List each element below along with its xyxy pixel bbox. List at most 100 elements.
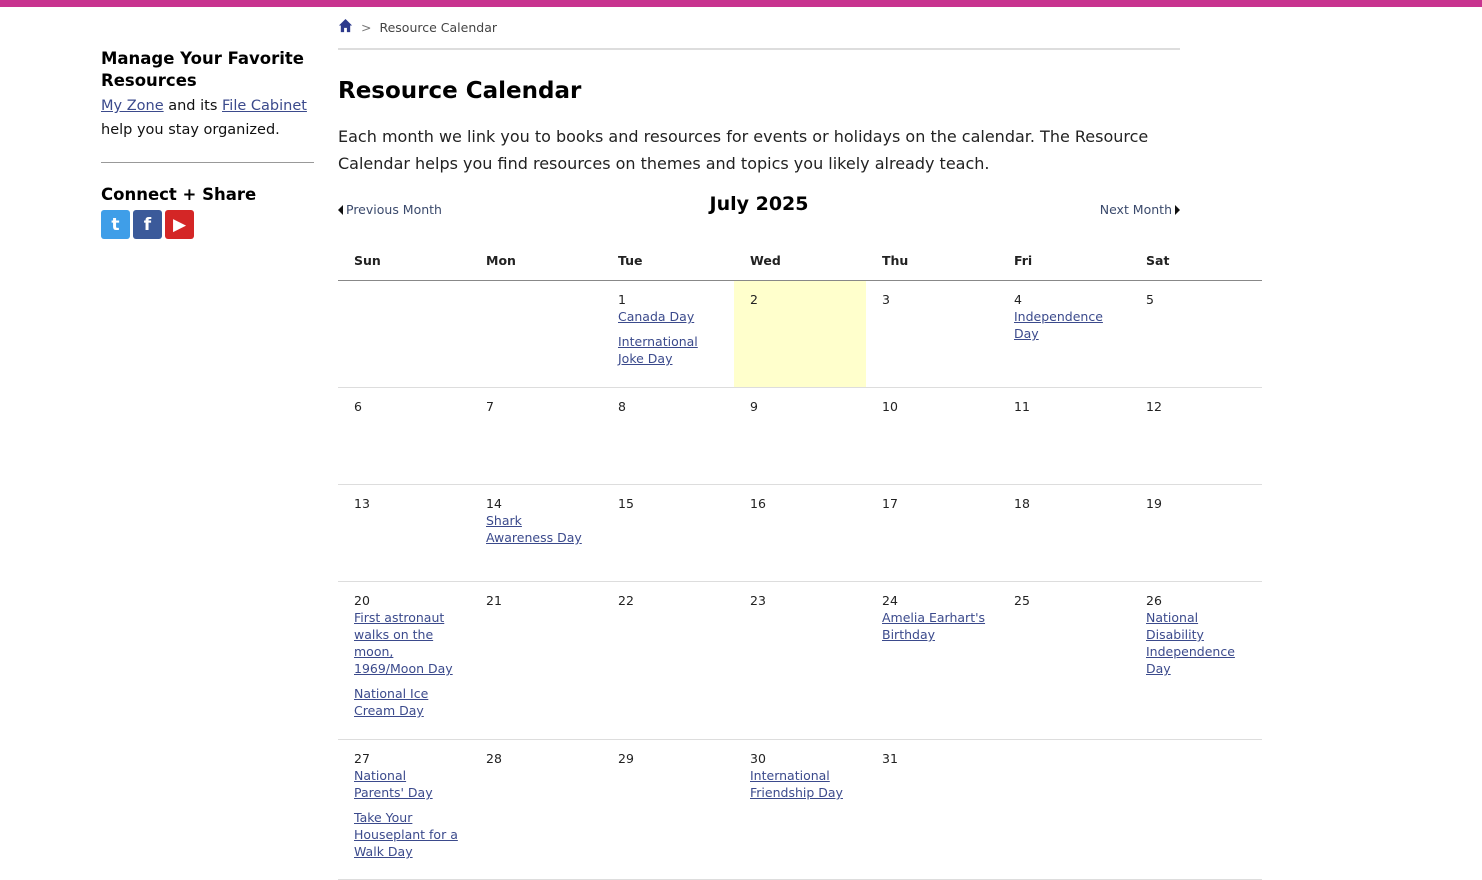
event-link[interactable]: International Joke Day (618, 333, 722, 367)
calendar-day: 27 National Parents' Day Take Your Housepl… (338, 740, 470, 879)
day-number: 23 (750, 593, 766, 608)
sidebar: Manage Your Favorite Resources My Zone a… (101, 48, 314, 239)
event-link[interactable]: National Ice Cream Day (354, 685, 458, 719)
day-number: 16 (750, 496, 766, 511)
calendar-day: 11 (998, 388, 1130, 484)
manage-heading: Manage Your Favorite Resources (101, 49, 304, 90)
help-text: help you stay organized. (101, 122, 280, 138)
calendar-day: 9 (734, 388, 866, 484)
next-month-label: Next Month (1099, 202, 1172, 217)
calendar-day: 12 (1130, 388, 1262, 484)
weekday-mon: Mon (486, 253, 516, 268)
intro-text: Each month we link you to books and reso… (338, 127, 1149, 173)
breadcrumb-current: Resource Calendar (379, 20, 497, 35)
facebook-icon[interactable]: f (133, 210, 162, 239)
breadcrumb: > Resource Calendar (338, 18, 1180, 50)
calendar-day: 21 (470, 582, 602, 739)
day-number: 6 (354, 399, 362, 414)
breadcrumb-separator: > (361, 20, 372, 35)
day-number: 3 (882, 292, 890, 307)
day-number: 7 (486, 399, 494, 414)
day-number: 11 (1014, 399, 1030, 414)
calendar-grid: Sun Mon Tue Wed Thu Fri Sat 1 Canada Day I… (338, 243, 1262, 880)
calendar-day: 20 First astronaut walks on the moon, 196… (338, 582, 470, 739)
top-accent-bar (0, 0, 1482, 7)
weekday-thu: Thu (882, 253, 909, 268)
day-number: 2 (750, 292, 758, 307)
day-number: 26 (1146, 593, 1162, 608)
day-number: 22 (618, 593, 634, 608)
event-link[interactable]: National Parents' Day (354, 767, 458, 801)
day-number: 15 (618, 496, 634, 511)
calendar-day: 17 (866, 485, 998, 581)
day-number: 21 (486, 593, 502, 608)
day-number: 30 (750, 751, 766, 766)
connect-heading: Connect + Share (101, 185, 257, 204)
day-number: 4 (1014, 292, 1022, 307)
weekday-wed: Wed (750, 253, 781, 268)
twitter-icon[interactable]: t (101, 210, 130, 239)
calendar-day: 23 (734, 582, 866, 739)
manage-text: My Zone and its File Cabinet help you st… (101, 94, 314, 142)
calendar-day: 24 Amelia Earhart's Birthday (866, 582, 998, 739)
calendar-weeks: 1 Canada Day International Joke Day 2 3 4 Inde… (338, 281, 1262, 880)
file-cabinet-link[interactable]: File Cabinet (222, 98, 307, 114)
weekday-fri: Fri (1014, 253, 1033, 268)
caret-right-icon (1175, 204, 1180, 215)
event-link[interactable]: National Disability Independence Day (1146, 609, 1250, 677)
day-number: 27 (354, 751, 370, 766)
calendar-day: 19 (1130, 485, 1262, 581)
event-link[interactable]: International Friendship Day (750, 767, 854, 801)
home-icon[interactable] (338, 18, 353, 33)
calendar-day: 26 National Disability Independence Day (1130, 582, 1262, 739)
youtube-icon[interactable]: ▶ (165, 210, 194, 239)
next-month-link[interactable]: Next Month (1100, 202, 1180, 217)
calendar-day (338, 281, 470, 387)
calendar-day: 18 (998, 485, 1130, 581)
calendar-day: 4 Independence Day (998, 281, 1130, 387)
calendar-day (470, 281, 602, 387)
event-link[interactable]: First astronaut walks on the moon, 1969/… (354, 609, 458, 677)
calendar-day: 16 (734, 485, 866, 581)
calendar-day: 5 (1130, 281, 1262, 387)
calendar-day: 29 (602, 740, 734, 879)
day-number: 19 (1146, 496, 1162, 511)
day-number: 8 (618, 399, 626, 414)
calendar-day: 3 (866, 281, 998, 387)
day-number: 13 (354, 496, 370, 511)
day-number: 10 (882, 399, 898, 414)
day-number: 24 (882, 593, 898, 608)
weekday-tue: Tue (618, 253, 643, 268)
calendar-week-row: 6 7 8 9 10 11 12 (338, 388, 1262, 485)
day-number: 20 (354, 593, 370, 608)
page-title: Resource Calendar (338, 78, 582, 104)
day-number: 28 (486, 751, 502, 766)
event-link[interactable]: Amelia Earhart's Birthday (882, 609, 986, 643)
calendar-day: 15 (602, 485, 734, 581)
calendar-day (998, 740, 1130, 879)
weekday-sun: Sun (354, 253, 381, 268)
event-link[interactable]: Take Your Houseplant for a Walk Day (354, 809, 458, 860)
calendar-week-row: 1 Canada Day International Joke Day 2 3 4 Inde… (338, 281, 1262, 388)
my-zone-link[interactable]: My Zone (101, 98, 164, 114)
calendar-day: 8 (602, 388, 734, 484)
event-link[interactable]: Shark Awareness Day (486, 512, 590, 546)
calendar-day: 13 (338, 485, 470, 581)
event-link[interactable]: Independence Day (1014, 308, 1118, 342)
day-number: 31 (882, 751, 898, 766)
calendar-day: 10 (866, 388, 998, 484)
and-its-text: and its (168, 98, 218, 114)
calendar-week-row: 13 14 Shark Awareness Day 15 16 17 18 19 (338, 485, 1262, 582)
day-number: 9 (750, 399, 758, 414)
calendar-day: 7 (470, 388, 602, 484)
day-number: 14 (486, 496, 502, 511)
day-number: 29 (618, 751, 634, 766)
month-title: July 2025 (709, 193, 809, 215)
calendar-day: 6 (338, 388, 470, 484)
calendar-day: 28 (470, 740, 602, 879)
calendar-day-today: 2 (734, 281, 866, 387)
event-link[interactable]: Canada Day (618, 308, 722, 325)
social-links: t f ▶ (101, 210, 314, 239)
calendar-day: 25 (998, 582, 1130, 739)
day-number: 5 (1146, 292, 1154, 307)
